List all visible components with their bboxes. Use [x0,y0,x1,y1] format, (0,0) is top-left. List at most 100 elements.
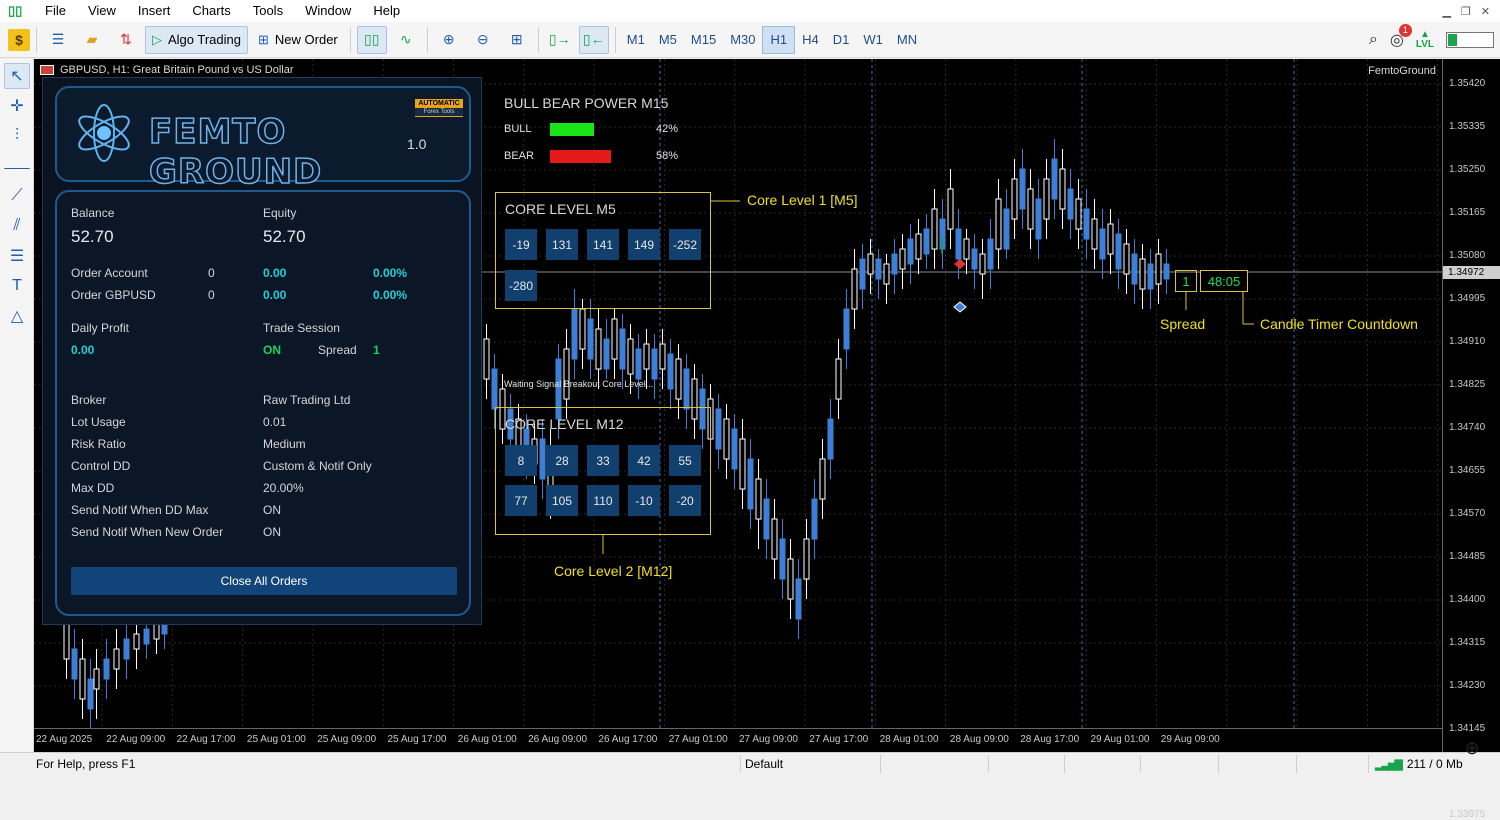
time-label: 27 Aug 09:00 [739,734,798,745]
search-icon[interactable]: ⌕ [1369,31,1378,49]
close-icon[interactable]: ✕ [1481,5,1490,18]
trendline-icon[interactable]: ⟋ [4,183,30,209]
order-symbol-value: 0.00 [263,288,287,302]
timeframe-h4[interactable]: H4 [795,26,826,54]
timeframe-m30[interactable]: M30 [723,26,762,54]
horizontal-line-icon[interactable]: ⸺ [4,153,31,179]
level-icon[interactable]: ▲ LVL [1416,29,1434,50]
notif-dd-label: Send Notif When DD Max [71,503,209,517]
max-dd-value: 20.00% [263,481,304,495]
minimize-icon[interactable]: ▁ [1442,5,1450,18]
timeframe-w1[interactable]: W1 [856,26,890,54]
text-icon[interactable]: T [4,273,30,299]
bear-label: BEAR [504,150,534,162]
status-profile[interactable]: Default [745,757,783,771]
candle-body [635,348,642,380]
core-m12-cell: 55 [669,445,701,476]
core-m5-cell: -19 [505,229,537,260]
candle-timer-box: 48:05 [1200,270,1248,292]
candle-body [931,208,938,250]
logo-text: FEMTO GROUND [148,111,323,193]
restore-icon[interactable]: ❐ [1461,5,1471,18]
price-label: 1.34145 [1449,723,1486,734]
zoom-out-icon[interactable]: ⊖ [468,26,498,54]
timeframe-h1[interactable]: H1 [762,25,796,54]
time-label: 22 Aug 09:00 [106,734,166,745]
candle-body [651,348,658,380]
timeframe-d1[interactable]: D1 [826,26,857,54]
menu-charts[interactable]: Charts [181,0,241,22]
candle-body [859,258,866,290]
candle-body [763,498,770,540]
shapes-icon[interactable]: △ [4,303,30,329]
core-level-m5-box: CORE LEVEL M5 -19 131 141 149 -252 -280 [495,192,711,309]
core-level-2-annotation: Core Level 2 [M12] [554,563,673,579]
candle-body [1139,258,1146,290]
chart-shift-icon[interactable]: ▯← [578,25,609,54]
menu-insert[interactable]: Insert [127,0,182,22]
control-dd-label: Control DD [71,459,131,473]
grid-icon[interactable]: ⊞ [502,26,532,54]
candle-body [723,418,730,460]
crosshair-icon[interactable]: ✛ [4,93,30,119]
candles-icon[interactable]: ▯▯ [356,25,387,54]
menu-window[interactable]: Window [294,0,362,22]
candle-body [1083,208,1090,240]
core-m12-cell: 8 [505,445,537,476]
folder-icon[interactable]: ▰ [77,26,107,54]
menu-help[interactable]: Help [362,0,411,22]
close-all-orders-button[interactable]: Close All Orders [71,567,457,595]
max-dd-label: Max DD [71,481,115,495]
bull-pct: 42% [656,123,679,135]
time-axis: 22 Aug 2025 22 Aug 09:00 22 Aug 17:00 25 Au… [34,728,1442,752]
cursor-icon[interactable]: ↖ [4,63,30,89]
timeframe-mn[interactable]: MN [890,26,924,54]
vertical-line-icon[interactable]: ⫶ [4,123,30,149]
status-bar: For Help, press F1 Default ▂▃▅▇ 211 / 0 … [0,752,1500,775]
algo-trading-button[interactable]: ▷ Algo Trading [145,25,248,54]
candle-body [875,258,882,280]
arrows-icon[interactable]: ⇅ [111,26,141,54]
notifications-icon[interactable]: ◎ 1 [1390,23,1412,50]
market-watch-icon[interactable]: ☰ [43,26,73,54]
zoom-in-icon[interactable]: ⊕ [434,26,464,54]
new-order-button[interactable]: ⊞ New Order [252,26,344,54]
core-m5-cell: 141 [587,229,619,260]
menu-tools[interactable]: Tools [242,0,294,22]
candle-body [955,228,962,260]
new-order-label: New Order [274,32,338,47]
candle-body [1067,188,1074,220]
timeframe-m5[interactable]: M5 [652,26,684,54]
menu-file[interactable]: File [34,0,77,22]
candle-body [153,623,160,640]
status-help: For Help, press F1 [36,757,136,771]
candle-body [491,368,498,410]
risk-ratio-label: Risk Ratio [71,437,126,451]
ea-panel: FEMTO GROUND 1.0 AUTOMATIC Forex Tools Ba… [42,77,482,625]
connection-status[interactable]: ▂▃▅▇ 211 / 0 Mb [1375,757,1463,771]
core-m12-cell: -10 [628,485,660,516]
buy-marker [953,301,967,313]
order-symbol-label: Order GBPUSD [71,288,156,302]
chart-menu-icon[interactable] [40,65,54,75]
price-label: 1.35165 [1449,207,1486,218]
candle-body [891,253,898,275]
candle-body [71,648,78,680]
core-level-m12-box: CORE LEVEL M12 8 28 33 42 55 77 105 110 … [495,407,711,535]
timeframe-m1[interactable]: M1 [620,26,652,54]
trade-session-label: Trade Session [263,321,340,335]
channel-icon[interactable]: ⫽ [4,213,30,239]
candle-body [779,538,786,580]
toolbar: $ ☰ ▰ ⇅ ▷ Algo Trading ⊞ New Order ▯▯ ∿ … [0,22,1500,58]
autoscroll-icon[interactable]: ▯→ [545,26,575,54]
dollar-icon[interactable]: $ [8,28,30,51]
candle-body [915,233,922,260]
magnifier-icon[interactable]: ⊕ [1458,734,1486,762]
timeframe-m15[interactable]: M15 [684,26,723,54]
menu-view[interactable]: View [77,0,127,22]
fibonacci-icon[interactable]: ☰ [4,243,30,269]
time-label: 29 Aug 09:00 [1160,734,1220,745]
line-chart-icon[interactable]: ∿ [391,26,421,54]
candle-body [739,438,746,490]
price-label: 1.34910 [1449,336,1486,347]
